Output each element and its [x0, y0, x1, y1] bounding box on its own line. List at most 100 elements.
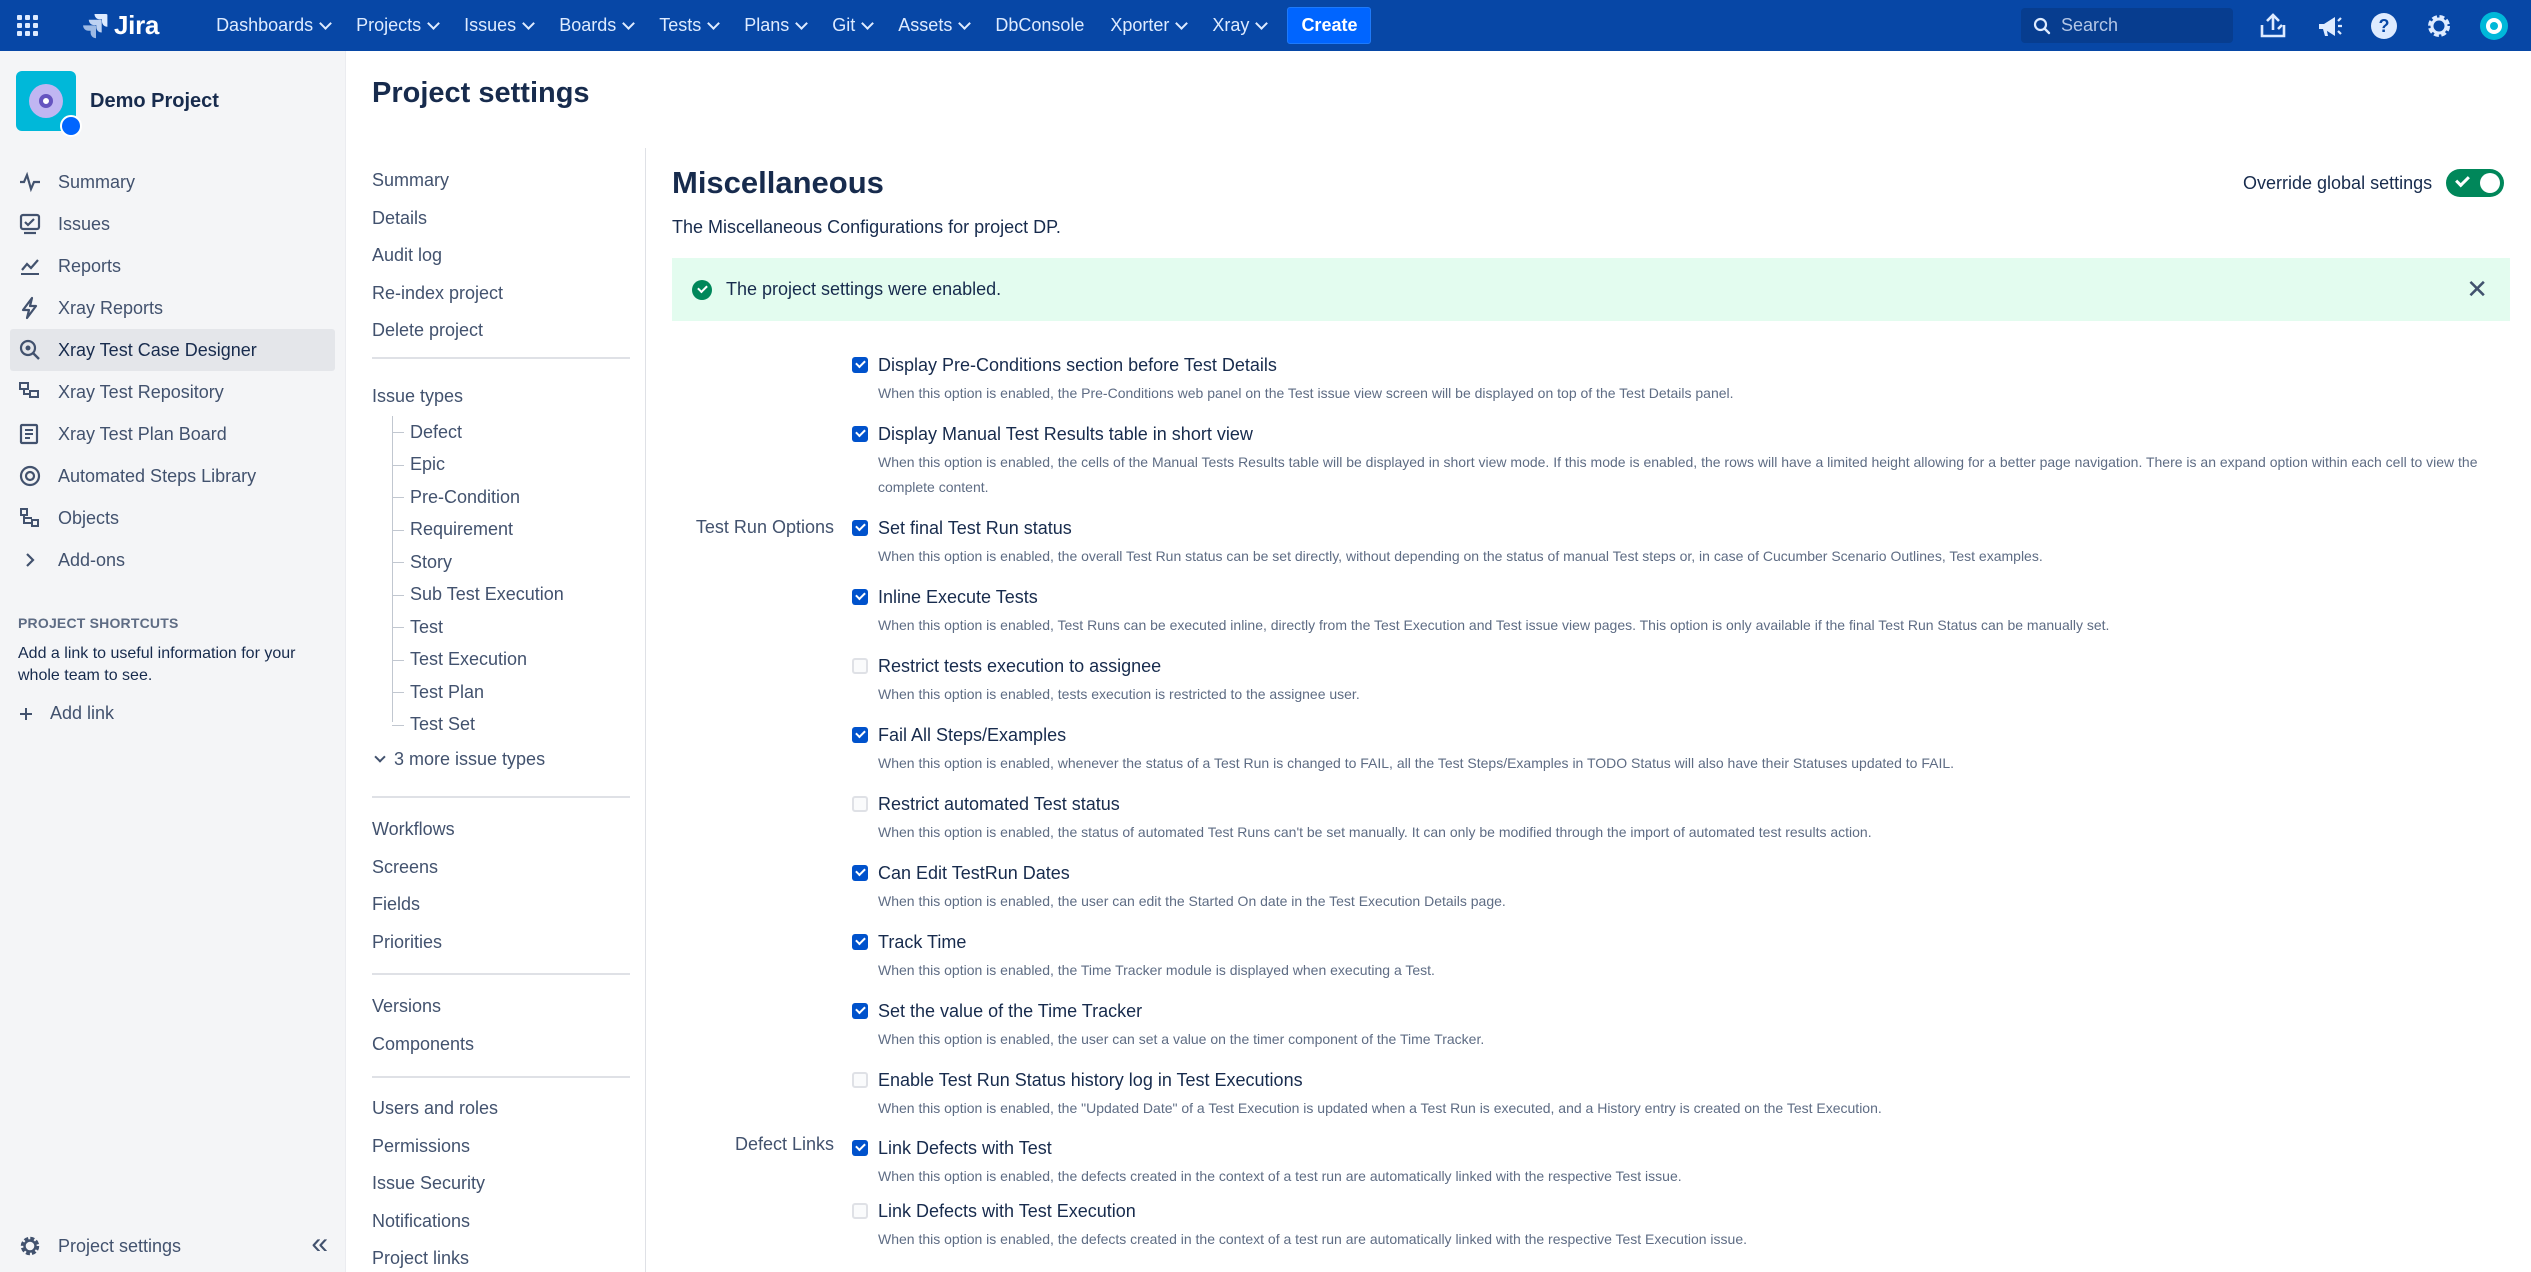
nav-assets[interactable]: Assets [885, 0, 982, 51]
sidebar-footer[interactable]: Project settings « [18, 1229, 328, 1259]
settings-link-users-and-roles[interactable]: Users and roles [372, 1090, 632, 1128]
issue-type-pre-condition[interactable]: Pre-Condition [392, 481, 632, 514]
nav-dbconsole[interactable]: DbConsole [982, 0, 1097, 51]
issue-type-test-set[interactable]: Test Set [392, 709, 632, 742]
app-switcher-icon[interactable] [0, 0, 54, 51]
sidebar-item-xray-test-plan-board[interactable]: Xray Test Plan Board [10, 413, 335, 455]
collapse-sidebar-icon[interactable]: « [311, 1229, 328, 1259]
issue-type-epic[interactable]: Epic [392, 449, 632, 482]
option-row[interactable]: Restrict tests execution to assignee [852, 654, 2512, 678]
search-input[interactable] [2061, 15, 2221, 36]
option-label: Restrict automated Test status [878, 793, 1120, 814]
settings-link-components[interactable]: Components [372, 1026, 632, 1064]
settings-link-permissions[interactable]: Permissions [372, 1128, 632, 1166]
option-checkbox[interactable] [852, 520, 868, 536]
nav-projects[interactable]: Projects [343, 0, 451, 51]
sidebar-item-summary[interactable]: Summary [10, 161, 335, 203]
option-description: When this option is enabled, whenever th… [878, 755, 1955, 771]
settings-link-summary[interactable]: Summary [372, 162, 632, 200]
nav-plans[interactable]: Plans [731, 0, 819, 51]
sidebar-item-xray-reports[interactable]: Xray Reports [10, 287, 335, 329]
settings-link-details[interactable]: Details [372, 200, 632, 238]
option-inline-execute-tests: Inline Execute Tests When this option is … [852, 585, 2512, 638]
option-label: Track Time [878, 931, 967, 952]
nav-issues[interactable]: Issues [451, 0, 546, 51]
jira-logo-icon [83, 13, 108, 38]
nav-dashboards[interactable]: Dashboards [203, 0, 343, 51]
nav-tests[interactable]: Tests [646, 0, 731, 51]
option-checkbox[interactable] [852, 727, 868, 743]
search-box[interactable] [2021, 8, 2233, 43]
user-avatar-icon[interactable] [2477, 9, 2511, 43]
more-issue-types-button[interactable]: 3 more issue types [372, 741, 632, 777]
gear-icon[interactable] [2422, 9, 2456, 43]
nav-git[interactable]: Git [819, 0, 885, 51]
sidebar-item-issues[interactable]: Issues [10, 203, 335, 245]
sidebar-item-reports[interactable]: Reports [10, 245, 335, 287]
chevron-down-icon [319, 16, 332, 30]
option-checkbox[interactable] [852, 1140, 868, 1156]
option-checkbox[interactable] [852, 865, 868, 881]
nav-boards[interactable]: Boards [546, 0, 646, 51]
sidebar-item-add-ons[interactable]: Add-ons [10, 539, 335, 581]
sidebar-item-objects[interactable]: Objects [10, 497, 335, 539]
settings-link-delete-project[interactable]: Delete project [372, 312, 632, 350]
issue-type-story[interactable]: Story [392, 546, 632, 579]
settings-link-priorities[interactable]: Priorities [372, 924, 632, 962]
project-header[interactable]: Demo Project [16, 71, 219, 137]
option-row[interactable]: Can Edit TestRun Dates [852, 861, 2512, 885]
close-icon[interactable]: ✕ [2466, 276, 2488, 302]
help-icon[interactable]: ? [2367, 9, 2401, 43]
upload-icon[interactable] [2256, 9, 2290, 43]
settings-link-versions[interactable]: Versions [372, 988, 632, 1026]
option-checkbox[interactable] [852, 357, 868, 373]
settings-link-project-links[interactable]: Project links [372, 1240, 632, 1272]
option-checkbox[interactable] [852, 589, 868, 605]
override-toggle[interactable] [2446, 169, 2505, 197]
option-checkbox[interactable] [852, 1003, 868, 1019]
add-link-button[interactable]: Add link [18, 703, 114, 724]
nav-xray[interactable]: Xray [1199, 0, 1279, 51]
option-row[interactable]: Inline Execute Tests [852, 585, 2512, 609]
option-checkbox[interactable] [852, 1072, 868, 1088]
option-checkbox[interactable] [852, 658, 868, 674]
sidebar-item-automated-steps-library[interactable]: Automated Steps Library [10, 455, 335, 497]
issue-type-test-plan[interactable]: Test Plan [392, 676, 632, 709]
option-row[interactable]: Restrict automated Test status [852, 792, 2512, 816]
megaphone-icon[interactable] [2312, 9, 2346, 43]
issue-type-requirement[interactable]: Requirement [392, 514, 632, 547]
option-checkbox[interactable] [852, 934, 868, 950]
issue-type-defect[interactable]: Defect [392, 416, 632, 449]
option-checkbox[interactable] [852, 796, 868, 812]
issue-type-sub-test-execution[interactable]: Sub Test Execution [392, 579, 632, 612]
option-checkbox[interactable] [852, 1203, 868, 1219]
option-row[interactable]: Link Defects with Test Execution [852, 1199, 2512, 1223]
sidebar-item-xray-test-case-designer[interactable]: Xray Test Case Designer [10, 329, 335, 371]
issue-type-label: Test Plan [410, 681, 485, 702]
option-checkbox[interactable] [852, 426, 868, 442]
settings-link-workflows[interactable]: Workflows [372, 811, 632, 849]
option-row[interactable]: Track Time [852, 930, 2512, 954]
settings-link-re-index-project[interactable]: Re-index project [372, 275, 632, 313]
issue-types-link[interactable]: Issue types [372, 376, 632, 416]
option-row[interactable]: Display Pre-Conditions section before Te… [852, 353, 2512, 377]
option-row[interactable]: Fail All Steps/Examples [852, 723, 2512, 747]
settings-link-issue-security[interactable]: Issue Security [372, 1165, 632, 1203]
issue-type-test[interactable]: Test [392, 611, 632, 644]
settings-link-screens[interactable]: Screens [372, 849, 632, 887]
nav-xporter[interactable]: Xporter [1097, 0, 1199, 51]
settings-link-audit-log[interactable]: Audit log [372, 237, 632, 275]
sidebar-item-label: Objects [58, 507, 120, 528]
option-description: When this option is enabled, tests execu… [878, 686, 1360, 702]
settings-link-notifications[interactable]: Notifications [372, 1203, 632, 1241]
settings-link-fields[interactable]: Fields [372, 886, 632, 924]
option-row[interactable]: Set the value of the Time Tracker [852, 999, 2512, 1023]
option-row[interactable]: Enable Test Run Status history log in Te… [852, 1068, 2512, 1092]
option-row[interactable]: Link Defects with Test [852, 1136, 2512, 1160]
sidebar-item-xray-test-repository[interactable]: Xray Test Repository [10, 371, 335, 413]
jira-logo[interactable]: Jira [82, 10, 159, 41]
create-button[interactable]: Create [1287, 7, 1372, 44]
option-row[interactable]: Display Manual Test Results table in sho… [852, 422, 2512, 446]
option-row[interactable]: Set final Test Run status [852, 516, 2512, 540]
issue-type-test-execution[interactable]: Test Execution [392, 644, 632, 677]
